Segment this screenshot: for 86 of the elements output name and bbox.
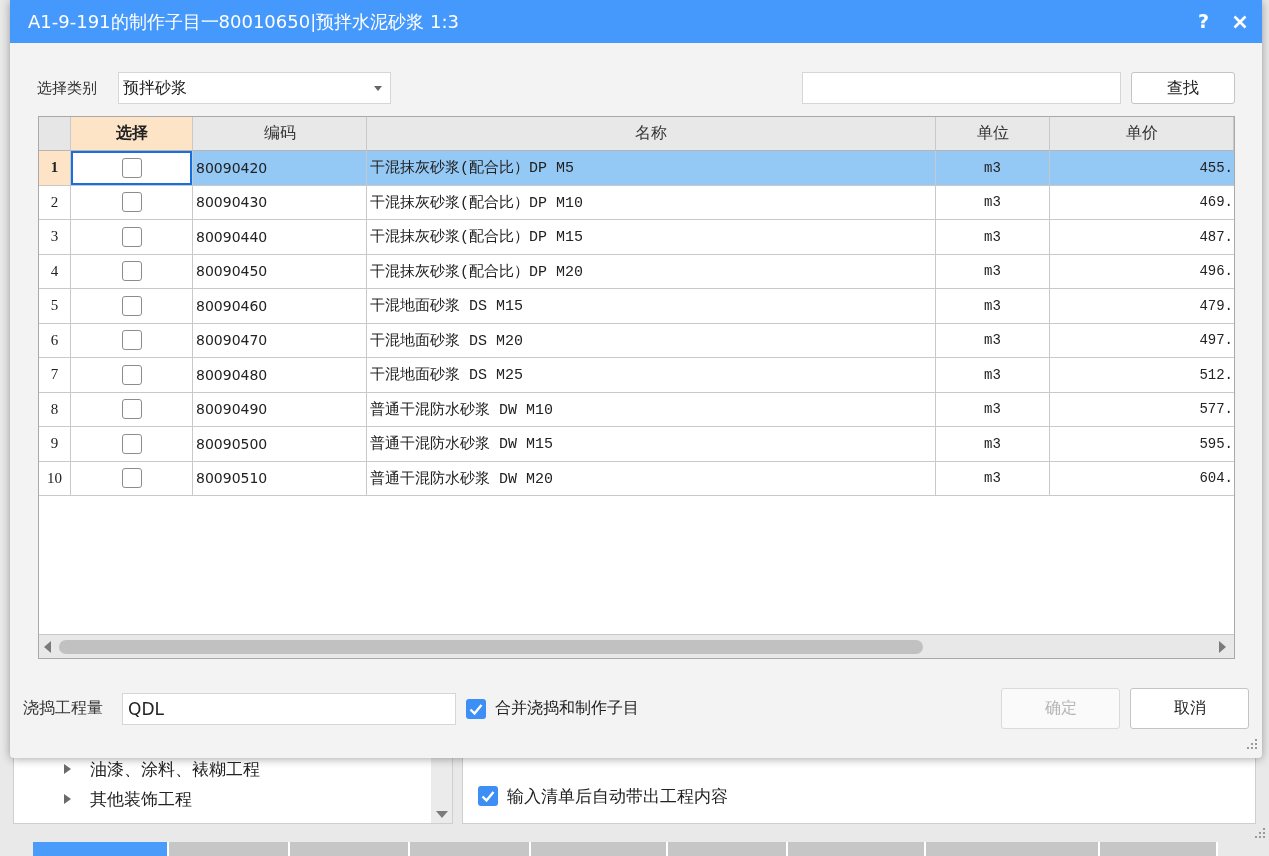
table-row[interactable]: 3 80090440 干混抹灰砂浆(配合比）DP M15 m3 487. bbox=[39, 220, 1234, 255]
table-row[interactable]: 4 80090450 干混抹灰砂浆(配合比）DP M20 m3 496. bbox=[39, 254, 1234, 289]
tree-item[interactable]: 油漆、涂料、裱糊工程 bbox=[64, 754, 431, 784]
category-dropdown[interactable]: 预拌砂浆 bbox=[118, 72, 391, 104]
table-cell: m3 bbox=[936, 289, 1050, 324]
table-row[interactable]: 9 80090500 普通干混防水砂浆 DW M15 m3 595. bbox=[39, 427, 1234, 462]
checkbox[interactable] bbox=[121, 364, 142, 385]
column-header[interactable]: 单位 bbox=[936, 117, 1050, 151]
resize-grip-icon[interactable] bbox=[1246, 737, 1258, 750]
checkbox[interactable] bbox=[121, 261, 142, 282]
resize-grip-icon[interactable] bbox=[1254, 827, 1266, 839]
table-cell: 干混地面砂浆 DS M25 bbox=[367, 358, 936, 393]
table-cell: 487. bbox=[1050, 220, 1234, 255]
table-cell: 479. bbox=[1050, 289, 1234, 324]
table-row[interactable]: 1 80090420 干混抹灰砂浆(配合比）DP M5 m3 455. bbox=[39, 151, 1234, 186]
table-row[interactable]: 8 80090490 普通干混防水砂浆 DW M10 m3 577. bbox=[39, 392, 1234, 427]
close-button[interactable] bbox=[1233, 14, 1247, 29]
window-title: A1-9-191的制作子目一80010650|预拌水泥砂浆 1:3 bbox=[28, 9, 460, 34]
horizontal-scrollbar[interactable] bbox=[39, 634, 1234, 658]
table-cell: 普通干混防水砂浆 DW M20 bbox=[367, 461, 936, 496]
table-cell: 80090480 bbox=[193, 358, 367, 393]
table-cell: 普通干混防水砂浆 DW M15 bbox=[367, 427, 936, 462]
table-cell: 干混地面砂浆 DS M15 bbox=[367, 289, 936, 324]
close-icon bbox=[1233, 14, 1247, 29]
table-cell: 80090440 bbox=[193, 220, 367, 255]
find-button[interactable]: 查找 bbox=[1131, 72, 1235, 104]
checkbox[interactable] bbox=[121, 192, 142, 213]
row-number: 10 bbox=[39, 461, 71, 496]
scrollbar-thumb[interactable] bbox=[59, 639, 923, 654]
table-cell: 干混抹灰砂浆(配合比）DP M15 bbox=[367, 220, 936, 255]
checkbox[interactable] bbox=[478, 786, 498, 806]
table-row[interactable]: 6 80090470 干混地面砂浆 DS M20 m3 497. bbox=[39, 323, 1234, 358]
search-field[interactable] bbox=[802, 72, 1121, 104]
table-cell: m3 bbox=[936, 151, 1050, 186]
table-cell: 80090420 bbox=[193, 151, 367, 186]
column-header[interactable]: 编码 bbox=[193, 117, 367, 151]
table-cell: 干混抹灰砂浆(配合比）DP M5 bbox=[367, 151, 936, 186]
column-header[interactable]: 选择 bbox=[71, 117, 193, 151]
row-number: 4 bbox=[39, 254, 71, 289]
category-label: 选择类别 bbox=[37, 78, 98, 98]
checkbox[interactable] bbox=[121, 399, 142, 420]
right-arrow-icon[interactable] bbox=[1219, 640, 1226, 653]
table-cell: m3 bbox=[936, 358, 1050, 393]
column-header[interactable]: 单价 bbox=[1050, 117, 1234, 151]
table-cell: 604. bbox=[1050, 461, 1234, 496]
checkbox[interactable] bbox=[121, 226, 142, 247]
checkbox-label: 输入清单后自动带出工程内容 bbox=[507, 784, 728, 808]
table-row[interactable]: 2 80090430 干混抹灰砂浆(配合比）DP M10 m3 469. bbox=[39, 185, 1234, 220]
row-number: 8 bbox=[39, 392, 71, 427]
expander-icon[interactable] bbox=[64, 794, 71, 804]
row-number: 7 bbox=[39, 358, 71, 393]
row-number: 1 bbox=[39, 151, 71, 186]
caret-icon bbox=[374, 85, 382, 91]
checkbox[interactable] bbox=[121, 295, 142, 316]
row-number: 6 bbox=[39, 323, 71, 358]
quantity-field[interactable]: QDL bbox=[122, 692, 456, 725]
table-cell: 80090460 bbox=[193, 289, 367, 324]
row-number: 2 bbox=[39, 185, 71, 220]
row-number: 3 bbox=[39, 220, 71, 255]
checkbox[interactable] bbox=[121, 330, 142, 351]
checkbox[interactable] bbox=[121, 433, 142, 454]
table-row[interactable]: 7 80090480 干混地面砂浆 DS M25 m3 512. bbox=[39, 358, 1234, 393]
checkbox-label: 合并浇捣和制作子目 bbox=[495, 698, 639, 719]
left-arrow-icon[interactable] bbox=[44, 640, 51, 653]
table-cell: 455. bbox=[1050, 151, 1234, 186]
checkbox[interactable] bbox=[466, 698, 486, 719]
table-cell: m3 bbox=[936, 220, 1050, 255]
row-number: 9 bbox=[39, 427, 71, 462]
row-number: 5 bbox=[39, 289, 71, 324]
table-cell: m3 bbox=[936, 461, 1050, 496]
column-header[interactable]: 名称 bbox=[367, 117, 936, 151]
checkbox[interactable] bbox=[121, 157, 142, 178]
table-cell: m3 bbox=[936, 427, 1050, 462]
table-cell: 512. bbox=[1050, 358, 1234, 393]
dialog-button[interactable]: 取消 bbox=[1130, 688, 1249, 729]
checkbox[interactable] bbox=[121, 468, 142, 489]
quantity-label: 浇捣工程量 bbox=[23, 698, 104, 719]
table-row[interactable]: 5 80090460 干混地面砂浆 DS M15 m3 479. bbox=[39, 289, 1234, 324]
table-row[interactable]: 10 80090510 普通干混防水砂浆 DW M20 m3 604. bbox=[39, 461, 1234, 496]
expander-icon[interactable] bbox=[64, 764, 71, 774]
down-arrow-icon[interactable] bbox=[435, 811, 448, 818]
table-cell: 80090510 bbox=[193, 461, 367, 496]
tree-item[interactable]: 其他装饰工程 bbox=[64, 784, 431, 814]
table-corner bbox=[39, 117, 71, 151]
table-cell: 80090500 bbox=[193, 427, 367, 462]
table-cell: 595. bbox=[1050, 427, 1234, 462]
